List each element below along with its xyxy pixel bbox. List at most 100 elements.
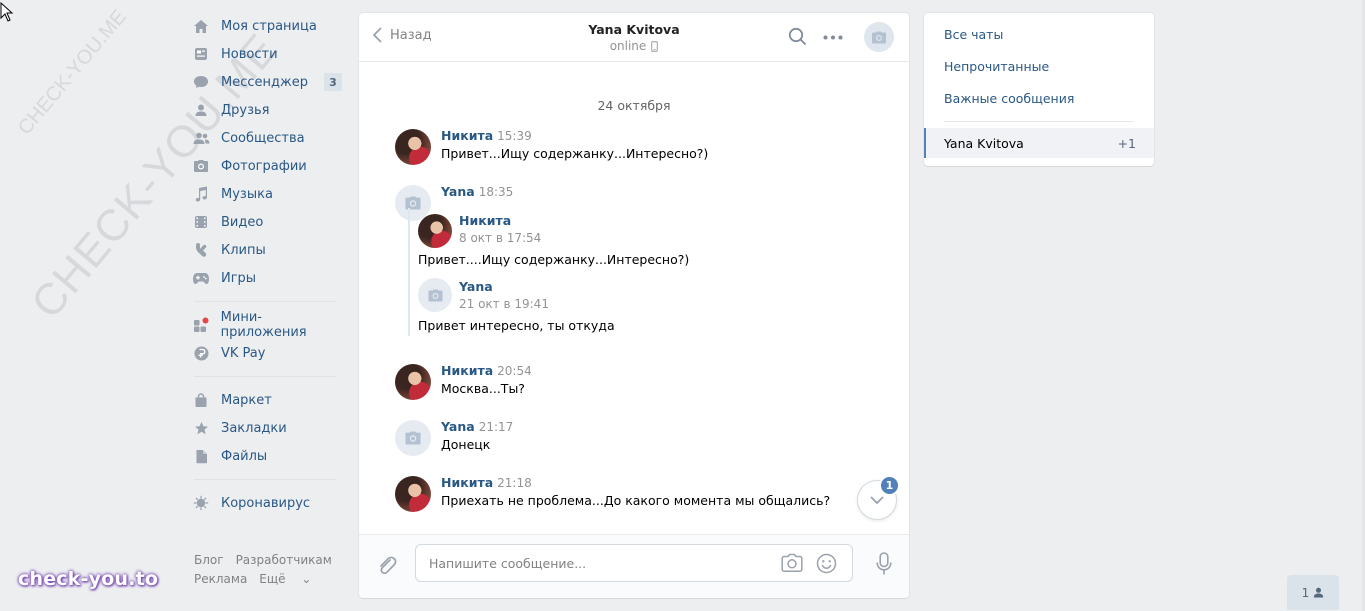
panel-divider bbox=[944, 121, 1134, 122]
avatar[interactable] bbox=[395, 420, 431, 456]
nav-item-news[interactable]: Новости bbox=[190, 40, 346, 68]
peer-avatar[interactable] bbox=[864, 22, 894, 52]
filter-all-chats[interactable]: Все чаты bbox=[944, 27, 1003, 42]
nav-item-mini-apps[interactable]: Мини-приложения bbox=[190, 310, 346, 340]
chevron-down-icon: ⌄ bbox=[301, 572, 312, 586]
avatar[interactable] bbox=[418, 278, 452, 312]
left-navigation: Моя страница Новости Мессенджер 3 Друзья… bbox=[190, 12, 346, 517]
peer-status-text: online bbox=[609, 39, 647, 53]
mini-apps-icon bbox=[190, 314, 212, 336]
microphone-icon[interactable] bbox=[876, 552, 892, 576]
nav-item-friends[interactable]: Друзья bbox=[190, 96, 346, 124]
nav-item-my-page[interactable]: Моя страница bbox=[190, 12, 346, 40]
nav-label: VK Pay bbox=[221, 345, 266, 361]
forwarded-author[interactable]: Yana bbox=[459, 279, 493, 294]
avatar[interactable] bbox=[418, 214, 452, 248]
filter-important[interactable]: Важные сообщения bbox=[944, 91, 1074, 106]
camera-placeholder-icon bbox=[405, 431, 421, 445]
nav-label: Маркет bbox=[221, 392, 272, 408]
nav-label: Файлы bbox=[221, 448, 268, 464]
nav-footer: Блог Разработчикам Реклама Ещё ⌄ bbox=[194, 551, 344, 589]
message-author[interactable]: Никита bbox=[441, 363, 493, 378]
nav-divider bbox=[194, 376, 336, 377]
messenger-unread-badge: 3 bbox=[324, 73, 342, 91]
nav-item-photos[interactable]: Фотографии bbox=[190, 152, 346, 180]
message-history[interactable]: 24 октября Никита 15:39 Привет...Ищу соде… bbox=[359, 62, 909, 534]
camera-icon[interactable] bbox=[781, 553, 803, 573]
footer-link-more[interactable]: Ещё ⌄ bbox=[259, 572, 323, 586]
message-header: Yana 21:17 bbox=[441, 419, 513, 434]
message-time[interactable]: 20:54 bbox=[497, 364, 532, 378]
message-composer bbox=[359, 534, 909, 598]
nav-item-market[interactable]: Маркет bbox=[190, 386, 346, 414]
mouse-cursor-icon bbox=[0, 2, 14, 22]
nav-item-games[interactable]: Игры bbox=[190, 264, 346, 292]
search-icon[interactable] bbox=[788, 27, 807, 46]
news-icon bbox=[190, 43, 212, 65]
nav-label: Мессенджер bbox=[221, 74, 308, 90]
message-author[interactable]: Никита bbox=[441, 128, 493, 143]
message-input-wrapper bbox=[415, 544, 853, 582]
message-header: Никита 15:39 bbox=[441, 128, 532, 143]
nav-item-messenger[interactable]: Мессенджер 3 bbox=[190, 68, 346, 96]
nav-label: Коронавирус bbox=[221, 495, 311, 511]
nav-item-coronavirus[interactable]: Коронавирус bbox=[190, 489, 346, 517]
user-icon bbox=[1314, 587, 1324, 598]
avatar[interactable] bbox=[395, 364, 431, 400]
watermark-bottom: check-you.to bbox=[18, 568, 159, 590]
message-time[interactable]: 15:39 bbox=[497, 129, 532, 143]
nav-label: Моя страница bbox=[221, 18, 317, 34]
attach-icon[interactable] bbox=[376, 555, 398, 577]
messenger-icon bbox=[190, 71, 212, 93]
footer-link-blog[interactable]: Блог bbox=[194, 553, 224, 567]
message-header: Yana 18:35 bbox=[441, 184, 513, 199]
nav-label: Друзья bbox=[221, 102, 270, 118]
chat-header: Назад Yana Kvitova online bbox=[359, 13, 909, 62]
filter-unread[interactable]: Непрочитанные bbox=[944, 59, 1049, 74]
message-text: Привет...Ищу содержанку...Интересно?) bbox=[441, 146, 709, 161]
nav-item-files[interactable]: Файлы bbox=[190, 442, 346, 470]
nav-item-video[interactable]: Видео bbox=[190, 208, 346, 236]
forwarded-text: Привет интересно, ты откуда bbox=[418, 318, 615, 333]
mini-chat-button[interactable]: 1 bbox=[1287, 575, 1339, 610]
peer-status: online bbox=[359, 39, 909, 53]
photos-icon bbox=[190, 155, 212, 177]
nav-label: Игры bbox=[221, 270, 257, 286]
nav-item-vk-pay[interactable]: VK Pay bbox=[190, 339, 346, 367]
message-author[interactable]: Yana bbox=[441, 184, 475, 199]
message-input[interactable] bbox=[429, 545, 769, 581]
message-time[interactable]: 18:35 bbox=[479, 185, 514, 199]
forwarded-date[interactable]: 8 окт в 17:54 bbox=[459, 231, 541, 245]
active-chat-count: +1 bbox=[1117, 136, 1136, 151]
message-header: Никита 21:18 bbox=[441, 475, 532, 490]
footer-link-developers[interactable]: Разработчикам bbox=[236, 553, 332, 567]
message-text: Донецк bbox=[441, 437, 491, 452]
active-chat-item[interactable]: Yana Kvitova +1 bbox=[924, 128, 1154, 158]
communities-icon bbox=[190, 127, 212, 149]
nav-divider bbox=[194, 301, 336, 302]
nav-item-clips[interactable]: Клипы bbox=[190, 236, 346, 264]
nav-item-communities[interactable]: Сообщества bbox=[190, 124, 346, 152]
chat-filter-panel: Все чаты Непрочитанные Важные сообщения … bbox=[924, 13, 1154, 166]
nav-item-bookmarks[interactable]: Закладки bbox=[190, 414, 346, 442]
nav-label: Сообщества bbox=[221, 130, 305, 146]
forwarded-date[interactable]: 21 окт в 19:41 bbox=[459, 297, 549, 311]
forwarded-author[interactable]: Никита bbox=[459, 213, 511, 228]
nav-item-music[interactable]: Музыка bbox=[190, 180, 346, 208]
forwarded-messages[interactable]: Никита 8 окт в 17:54 Привет....Ищу содер… bbox=[408, 208, 828, 336]
message-time[interactable]: 21:17 bbox=[479, 420, 514, 434]
emoji-icon[interactable] bbox=[816, 553, 837, 574]
active-chat-name: Yana Kvitova bbox=[944, 136, 1024, 151]
more-actions-icon[interactable] bbox=[823, 35, 843, 40]
message-time[interactable]: 21:18 bbox=[497, 476, 532, 490]
nav-divider bbox=[194, 479, 336, 480]
chevron-down-icon bbox=[870, 496, 884, 504]
avatar[interactable] bbox=[395, 476, 431, 512]
vkpay-icon bbox=[190, 342, 212, 364]
avatar[interactable] bbox=[395, 129, 431, 165]
message-author[interactable]: Никита bbox=[441, 475, 493, 490]
footer-link-ads[interactable]: Реклама bbox=[194, 572, 247, 586]
message-author[interactable]: Yana bbox=[441, 419, 475, 434]
bookmarks-icon bbox=[190, 417, 212, 439]
clips-icon bbox=[190, 239, 212, 261]
